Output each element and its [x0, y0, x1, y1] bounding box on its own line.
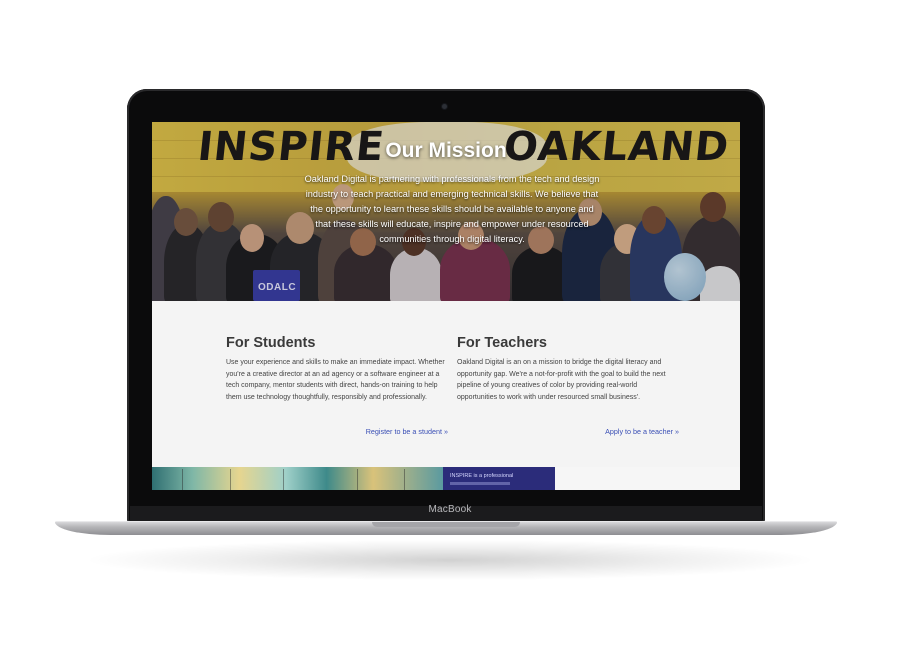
inspire-panel: INSPIRE is a professional [443, 467, 555, 490]
laptop-shadow [90, 540, 810, 580]
register-student-link[interactable]: Register to be a student » [366, 427, 448, 436]
mission-hero: INSPIRE OAKLAND ODALC Our Mission Oaklan… [152, 122, 740, 301]
mission-text: Oakland Digital is partnering with profe… [304, 174, 600, 244]
illustration-line [357, 469, 358, 490]
apply-teacher-link[interactable]: Apply to be a teacher » [605, 427, 679, 436]
illustration-banner [152, 467, 443, 490]
illustration-line [230, 469, 231, 490]
teachers-body: Oakland Digital is an on a mission to br… [457, 359, 666, 401]
illustration-line [404, 469, 405, 490]
mission-title: Our Mission [385, 139, 507, 162]
website-screen: INSPIRE OAKLAND ODALC Our Mission Oaklan… [152, 122, 740, 490]
illustration-line [182, 469, 183, 490]
illustration-line [283, 469, 284, 490]
teachers-heading: For Teachers [457, 335, 547, 351]
inspire-panel-line [450, 482, 510, 485]
students-heading: For Students [226, 335, 316, 351]
audience-section: For Students Use your experience and ski… [152, 301, 740, 467]
webcam-icon [442, 104, 447, 109]
white-panel [555, 467, 740, 490]
device-brand-label: MacBook [428, 504, 472, 515]
next-section-strip: INSPIRE is a professional [152, 467, 740, 490]
students-body: Use your experience and skills to make a… [226, 359, 445, 401]
laptop-open-notch [372, 522, 520, 527]
inspire-panel-text: INSPIRE is a professional [450, 473, 514, 479]
